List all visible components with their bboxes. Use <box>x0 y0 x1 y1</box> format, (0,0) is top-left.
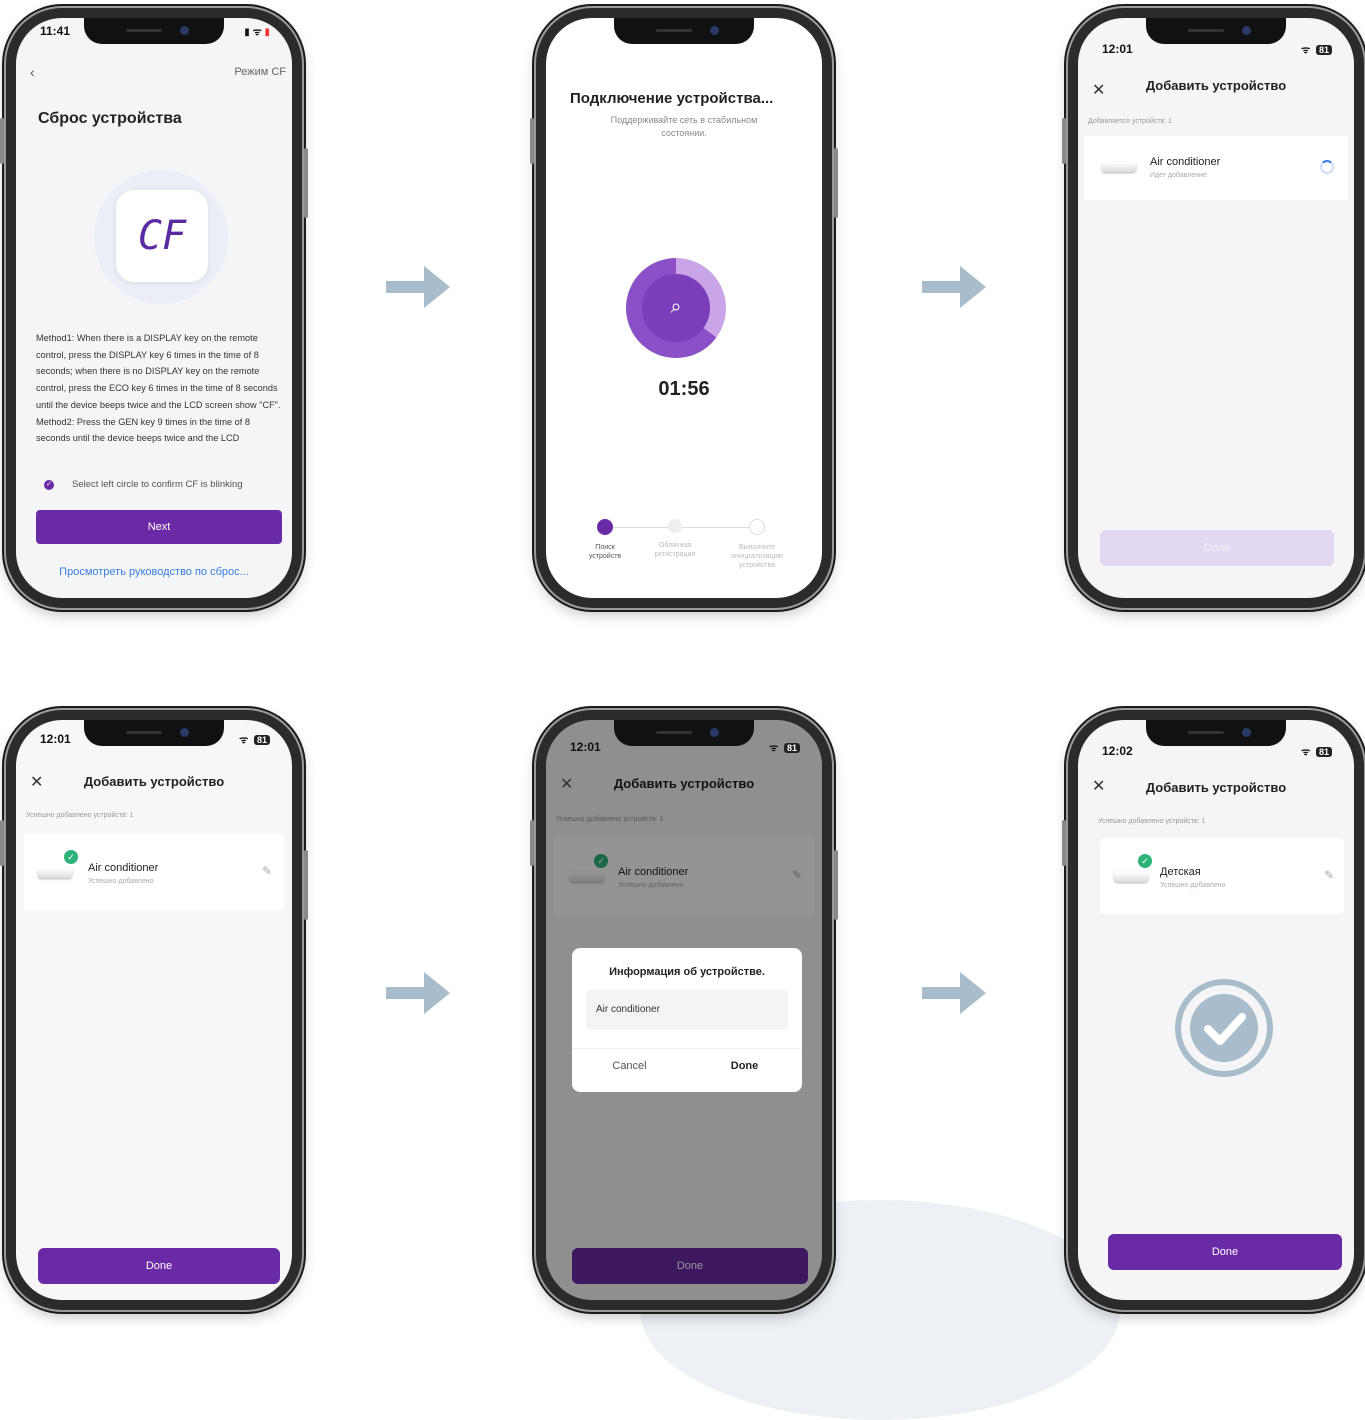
nav-title: Добавить устройство <box>83 774 225 789</box>
notch <box>614 18 754 44</box>
success-checkmark-icon <box>1175 979 1273 1077</box>
close-icon[interactable]: ✕ <box>1092 80 1105 100</box>
status-time: 12:02 <box>1102 744 1133 758</box>
step-init-icon <box>749 519 765 535</box>
next-button[interactable]: Next <box>36 510 282 544</box>
status-icons: ▮ ᯤ ▮ <box>244 27 270 38</box>
confirm-row[interactable]: ✓ Select left circle to confirm CF is bl… <box>42 478 284 494</box>
status-time: 12:01 <box>570 740 601 754</box>
dialog-divider <box>572 1048 802 1049</box>
status-time: 12:01 <box>40 732 71 746</box>
screen: 12:01 ᯤ 81 ✕ Добавить устройство Добавля… <box>1078 18 1354 598</box>
step-search: Поиск устройств <box>580 519 630 561</box>
arrow-right-icon <box>922 266 986 308</box>
cf-illustration: CF <box>94 170 228 304</box>
adding-count: Добавляется устройств: 1 <box>1088 118 1172 125</box>
status-icons: ᯤ 81 <box>239 732 270 746</box>
screen: 12:01 ᯤ 81 ✕ Добавить устройство Успешно… <box>16 720 292 1300</box>
step-init-label: Выполните инициализацию устройства <box>731 544 783 569</box>
loading-icon <box>1320 160 1334 174</box>
step-cloud-label: Облачная регистрация <box>654 542 696 558</box>
confirm-label: Select left circle to confirm CF is blin… <box>72 479 243 490</box>
done-button[interactable]: Done <box>1100 530 1334 566</box>
device-card: ✓ Детская Успешно добавлено ✎ <box>1100 838 1344 914</box>
air-conditioner-image <box>1114 872 1148 882</box>
status-time: 12:01 <box>1102 42 1133 56</box>
screen: 12:02 ᯤ 81 ✕ Добавить устройство Успешно… <box>1078 720 1354 1300</box>
back-icon[interactable]: ‹ <box>30 64 35 80</box>
search-progress-ring: ⌕ <box>626 258 726 358</box>
page-title: Сброс устройства <box>38 110 182 127</box>
phone-device-renamed: 12:02 ᯤ 81 ✕ Добавить устройство Успешно… <box>1062 710 1364 1310</box>
arrow-right-icon <box>386 972 450 1014</box>
confirm-radio[interactable]: ✓ <box>44 480 54 490</box>
battery-icon: 81 <box>1315 747 1332 757</box>
edit-icon[interactable]: ✎ <box>1324 868 1334 882</box>
nav-title: Добавить устройство <box>1145 78 1287 93</box>
success-check-icon: ✓ <box>64 850 78 864</box>
done-button[interactable]: Done <box>38 1248 280 1284</box>
page-title: Подключение устройства... <box>570 90 774 107</box>
success-check-icon: ✓ <box>1138 854 1152 868</box>
status-bar: 11:41 ▮ ᯤ ▮ <box>40 24 270 42</box>
status-bar: 12:01 ᯤ 81 <box>1102 24 1332 56</box>
screen: 11:41 ▮ ᯤ ▮ ‹ Режим CF Сброс устройства … <box>16 18 292 598</box>
phone-device-added: 12:01 ᯤ 81 ✕ Добавить устройство Успешно… <box>0 710 308 1310</box>
added-count: Успешно добавлено устройств: 1 <box>1098 818 1206 825</box>
battery-icon: 81 <box>1315 45 1332 55</box>
screen: 12:01 ᯤ 81 ✕ Добавить устройство Успешно… <box>546 720 822 1300</box>
device-info-dialog: Информация об устройстве. Air conditione… <box>572 948 802 1092</box>
air-conditioner-image <box>1102 162 1136 172</box>
device-status: Успешно добавлено <box>1160 882 1226 889</box>
added-count: Успешно добавлено устройств: 1 <box>26 812 134 819</box>
nav-title: Добавить устройство <box>1145 780 1287 795</box>
close-icon[interactable]: ✕ <box>30 772 43 792</box>
battery-icon: 81 <box>783 743 800 753</box>
battery-icon: 81 <box>253 735 270 745</box>
reset-guide-link[interactable]: Просмотреть руководство по сброс... <box>16 566 292 578</box>
step-cloud-icon <box>668 519 682 533</box>
close-icon[interactable]: ✕ <box>560 774 573 794</box>
device-name: Air conditioner <box>1150 156 1221 168</box>
dialog-done-button[interactable]: Done <box>687 1060 802 1072</box>
device-status: Идет добавление <box>1150 172 1207 179</box>
phone-adding-device: 12:01 ᯤ 81 ✕ Добавить устройство Добавля… <box>1062 8 1364 608</box>
device-status: Успешно добавлено <box>88 878 154 885</box>
arrow-right-icon <box>386 266 450 308</box>
device-card: Air conditioner Идет добавление <box>1084 136 1348 200</box>
reset-instructions: Method1: When there is a DISPLAY key on … <box>36 333 281 444</box>
device-name-input[interactable]: Air conditioner <box>586 990 788 1030</box>
step-search-icon <box>597 519 613 535</box>
search-icon: ⌕ <box>670 296 682 318</box>
step-init: Выполните инициализацию устройства <box>729 519 785 570</box>
arrow-right-icon <box>922 972 986 1014</box>
mode-label[interactable]: Режим CF <box>234 66 286 78</box>
cf-text: CF <box>137 213 187 259</box>
status-icons: ᯤ 81 <box>1301 744 1332 758</box>
status-bar: 12:01 ᯤ 81 <box>570 726 800 754</box>
cf-display: CF <box>116 190 208 282</box>
status-bar: 12:02 ᯤ 81 <box>1102 726 1332 758</box>
phone-reset-device: 11:41 ▮ ᯤ ▮ ‹ Режим CF Сброс устройства … <box>0 8 308 608</box>
air-conditioner-image <box>38 868 72 878</box>
step-cloud: Облачная регистрация <box>649 519 701 559</box>
step-search-label: Поиск устройств <box>588 544 622 560</box>
page-subtitle: Поддерживайте сеть в стабильном состояни… <box>610 115 758 138</box>
phone-device-info-dialog: 12:01 ᯤ 81 ✕ Добавить устройство Успешно… <box>530 710 838 1310</box>
status-icons: ᯤ 81 <box>769 740 800 754</box>
close-icon[interactable]: ✕ <box>1092 776 1105 796</box>
dialog-cancel-button[interactable]: Cancel <box>572 1060 687 1072</box>
status-icons: ᯤ 81 <box>1301 42 1332 56</box>
status-bar: 12:01 ᯤ 81 <box>40 726 270 746</box>
device-name: Детская <box>1160 866 1201 878</box>
edit-icon[interactable]: ✎ <box>262 864 272 878</box>
phone-connecting: Подключение устройства... Поддерживайте … <box>530 8 838 608</box>
status-time: 11:41 <box>40 24 71 38</box>
countdown-timer: 01:56 <box>658 378 710 400</box>
done-button[interactable]: Done <box>1108 1234 1342 1270</box>
dialog-title: Информация об устройстве. <box>609 966 765 978</box>
screen: Подключение устройства... Поддерживайте … <box>546 18 822 598</box>
device-card: ✓ Air conditioner Успешно добавлено ✎ <box>24 834 284 910</box>
device-name: Air conditioner <box>88 862 159 874</box>
